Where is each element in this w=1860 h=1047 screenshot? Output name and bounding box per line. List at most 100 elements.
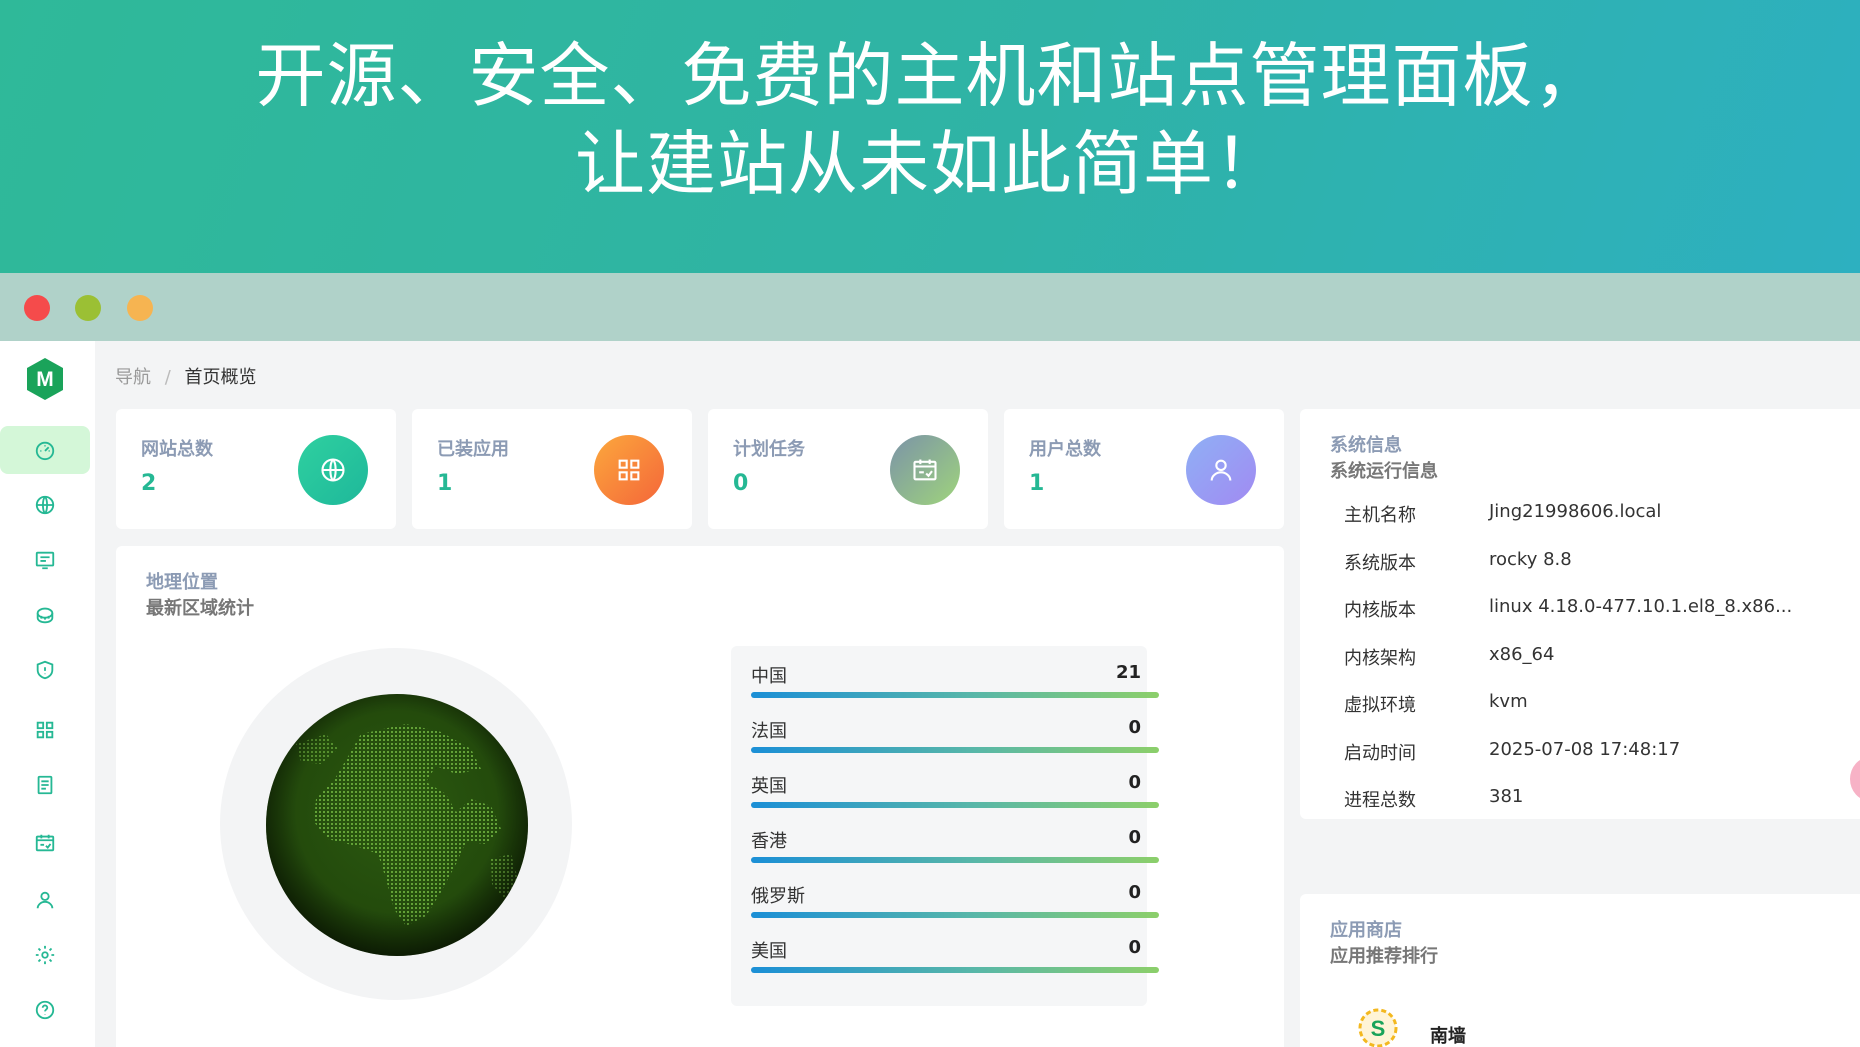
stat-label: 已装应用 (437, 439, 509, 460)
region-bar (751, 967, 1159, 973)
user-icon (36, 891, 54, 909)
appstore-panel: 应用商店 应用推荐排行 S 南墙 (1300, 894, 1860, 1047)
panel-title: 地理位置 (146, 572, 218, 593)
info-key: 系统版本 (1344, 553, 1416, 574)
info-value: rocky 8.8 (1489, 549, 1572, 570)
info-key: 内核架构 (1344, 648, 1416, 669)
sidebar-item-files[interactable] (0, 761, 90, 809)
globe-visual (266, 694, 528, 956)
region-name: 香港 (751, 831, 787, 852)
region-bar (751, 912, 1159, 918)
sidebar-item-settings[interactable] (0, 931, 90, 979)
window-maximize-button[interactable] (127, 295, 153, 321)
stat-icon-apps (594, 435, 664, 505)
stat-card-cron[interactable]: 计划任务 0 (708, 409, 988, 529)
globe-icon (35, 495, 55, 515)
window-minimize-button[interactable] (75, 295, 101, 321)
region-count: 0 (1128, 717, 1141, 738)
info-value: kvm (1489, 691, 1528, 712)
stat-icon-users (1186, 435, 1256, 505)
stat-label: 用户总数 (1029, 439, 1101, 460)
user-icon (1210, 459, 1232, 481)
gear-icon (35, 945, 55, 965)
info-value: Jing21998606.local (1489, 501, 1662, 522)
info-key: 内核版本 (1344, 600, 1416, 621)
panel-subtitle: 系统运行信息 (1330, 461, 1438, 482)
calendar-icon (913, 459, 937, 481)
stat-icon-websites (298, 435, 368, 505)
stat-card-apps[interactable]: 已装应用 1 (412, 409, 692, 529)
window-titlebar (0, 273, 1860, 341)
calendar-icon (35, 834, 55, 852)
region-row: 法国 0 (751, 717, 1161, 772)
nanqiang-app-icon[interactable]: S (1352, 1002, 1404, 1047)
sidebar: M (0, 341, 95, 1047)
sidebar-item-dashboard[interactable] (0, 426, 90, 474)
apps-icon (618, 459, 640, 481)
sidebar-item-apps[interactable] (0, 706, 90, 754)
stat-value: 2 (141, 471, 157, 496)
breadcrumb-current: 首页概览 (184, 367, 257, 388)
stat-value: 1 (437, 471, 453, 496)
panel-title: 应用商店 (1330, 920, 1402, 941)
geo-panel: 地理位置 最新区域统计 中国 21 法国 0 英国 0 香港 0 俄罗斯 0 美… (116, 546, 1284, 1047)
region-row: 英国 0 (751, 772, 1161, 827)
region-bar (751, 692, 1159, 698)
sidebar-item-site-list[interactable] (0, 536, 90, 584)
info-key: 主机名称 (1344, 505, 1416, 526)
sidebar-item-security[interactable] (0, 646, 90, 694)
sysinfo-panel: 系统信息 系统运行信息 主机名称 Jing21998606.local 系统版本… (1300, 409, 1860, 819)
dashboard-icon (35, 441, 55, 461)
region-count: 0 (1128, 827, 1141, 848)
sidebar-item-database[interactable] (0, 591, 90, 639)
svg-text:S: S (1371, 1016, 1386, 1041)
info-value: 2025-07-08 17:48:17 (1489, 739, 1681, 760)
hero-title-line2: 让建站从未如此简单！ (575, 123, 1285, 205)
logo-icon[interactable]: M (25, 357, 65, 401)
breadcrumb: 导航 / 首页概览 (115, 363, 257, 389)
panel-title: 系统信息 (1330, 435, 1402, 456)
region-row: 俄罗斯 0 (751, 882, 1161, 937)
app-item-name[interactable]: 南墙 (1430, 1022, 1466, 1047)
region-bar (751, 802, 1159, 808)
info-key: 虚拟环境 (1344, 695, 1416, 716)
globe-continents (266, 694, 528, 956)
region-row: 美国 0 (751, 937, 1161, 992)
region-name: 法国 (751, 721, 787, 742)
stat-value: 1 (1029, 471, 1045, 496)
region-count: 0 (1128, 772, 1141, 793)
region-stats-list: 中国 21 法国 0 英国 0 香港 0 俄罗斯 0 美国 0 (731, 646, 1159, 1006)
info-value: 381 (1489, 786, 1524, 807)
breadcrumb-separator: / (164, 367, 171, 388)
info-key: 进程总数 (1344, 790, 1416, 811)
sidebar-item-help[interactable] (0, 986, 90, 1034)
hero-banner: 开源、安全、免费的主机和站点管理面板， 让建站从未如此简单！ (0, 0, 1860, 273)
region-bar (751, 857, 1159, 863)
stat-card-websites[interactable]: 网站总数 2 (116, 409, 396, 529)
file-icon (37, 775, 53, 795)
stat-label: 网站总数 (141, 439, 213, 460)
info-value: linux 4.18.0-477.10.1.el8_8.x86... (1489, 596, 1793, 617)
website-icon (35, 551, 55, 570)
shield-icon (36, 660, 54, 680)
svg-text:M: M (36, 368, 54, 391)
sidebar-item-cron[interactable] (0, 819, 90, 867)
stat-card-users[interactable]: 用户总数 1 (1004, 409, 1284, 529)
globe-icon (321, 458, 345, 482)
panel-subtitle: 最新区域统计 (146, 598, 254, 619)
sidebar-item-users[interactable] (0, 876, 90, 924)
panel-subtitle: 应用推荐排行 (1330, 946, 1438, 967)
stat-label: 计划任务 (733, 439, 805, 460)
region-name: 中国 (751, 666, 787, 687)
region-count: 21 (1115, 662, 1141, 683)
breadcrumb-root[interactable]: 导航 (115, 367, 151, 388)
region-name: 俄罗斯 (751, 886, 805, 907)
stat-icon-cron (890, 435, 960, 505)
stat-value: 0 (733, 471, 749, 496)
window-close-button[interactable] (24, 295, 50, 321)
apps-icon (36, 721, 54, 739)
region-row: 中国 21 (751, 662, 1161, 717)
info-key: 启动时间 (1344, 743, 1416, 764)
sidebar-item-websites[interactable] (0, 481, 90, 529)
region-bar (751, 747, 1159, 753)
